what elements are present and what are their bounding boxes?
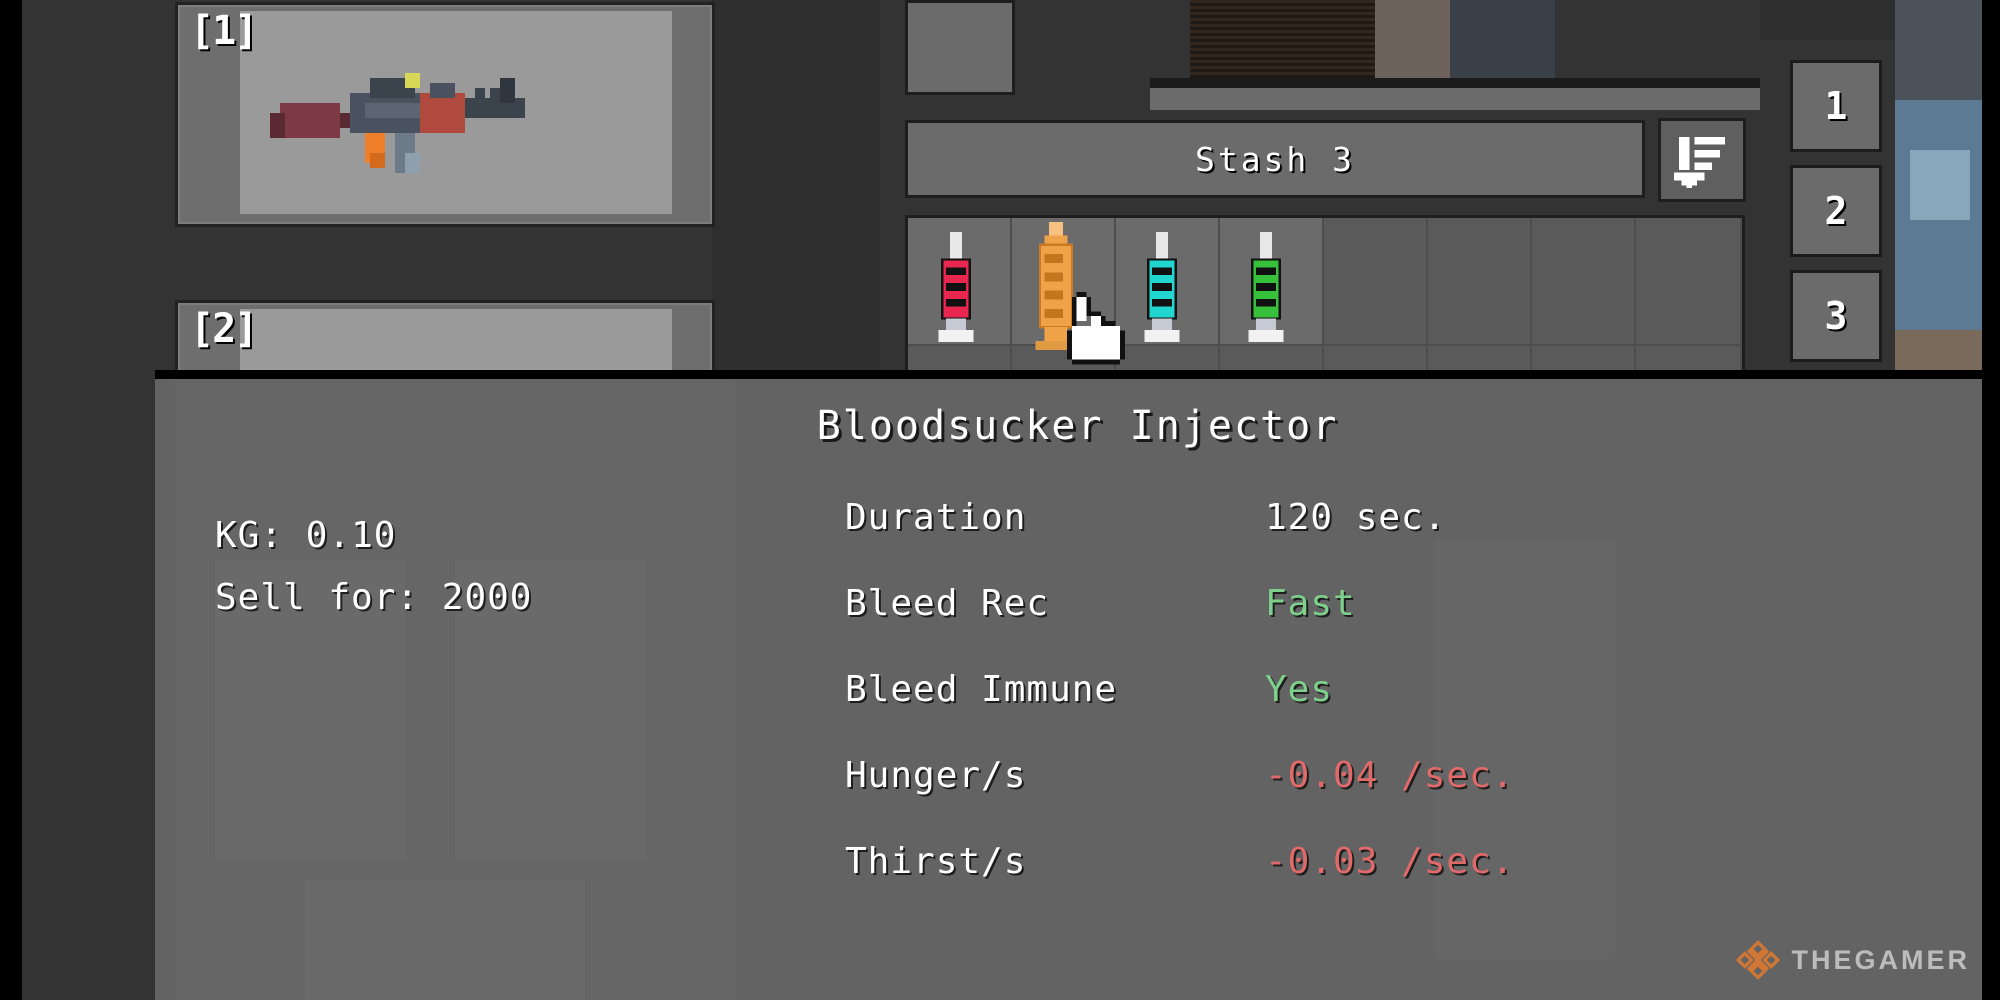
mouse-cursor-icon xyxy=(1067,292,1125,365)
wall-art-dark xyxy=(1450,0,1555,78)
tab-2[interactable]: 2 xyxy=(1790,165,1882,257)
thegamer-logo-icon xyxy=(1735,940,1780,980)
tooltip-ghost-slot-c xyxy=(305,879,585,1000)
stash-cell-5[interactable] xyxy=(1324,218,1428,346)
stash-title: Stash 3 xyxy=(1194,139,1356,179)
stat-value-bleed-rec: Fast xyxy=(1265,583,1356,624)
tooltip-sell-label: Sell for: xyxy=(215,577,420,618)
syringe-red-icon[interactable] xyxy=(930,232,982,342)
thegamer-watermark: THEGAMER xyxy=(1735,938,1971,982)
stat-value-hunger: -0.04 /sec. xyxy=(1265,755,1515,796)
letterbox-left xyxy=(0,0,22,1000)
stat-row-bleed-immune: Bleed Immune Yes xyxy=(845,669,1845,755)
equipment-slot-2-label: [2] xyxy=(190,306,258,352)
tooltip-title: Bloodsucker Injector xyxy=(816,403,1339,449)
assault-rifle-icon xyxy=(270,73,525,173)
scenery-top xyxy=(1895,0,1985,100)
syringe-green-icon[interactable] xyxy=(1240,232,1292,342)
stat-label-duration: Duration xyxy=(845,497,1027,538)
tooltip-weight-label: KG: xyxy=(215,515,284,556)
tooltip-weight-line: KG: 0.10 xyxy=(215,505,532,567)
wall-art-light xyxy=(1375,0,1450,78)
center-small-slot[interactable] xyxy=(905,0,1015,95)
sort-filter-button[interactable] xyxy=(1658,118,1746,202)
stat-label-thirst: Thirst/s xyxy=(845,841,1027,882)
vent-art xyxy=(1190,0,1375,78)
stat-value-thirst: -0.03 /sec. xyxy=(1265,841,1515,882)
tooltip-weight-value: 0.10 xyxy=(305,515,397,556)
scenery-window-glass xyxy=(1910,150,1970,220)
stat-row-thirst: Thirst/s -0.03 /sec. xyxy=(845,841,1845,927)
tooltip-left-info: KG: 0.10 Sell for: 2000 xyxy=(215,505,532,629)
tab-2-label: 2 xyxy=(1824,189,1848,233)
sort-filter-icon xyxy=(1674,137,1725,188)
equipment-slot-1[interactable]: [1] xyxy=(175,2,715,227)
stat-row-bleed-rec: Bleed Rec Fast xyxy=(845,583,1845,669)
wall-divider xyxy=(1150,78,1760,88)
tab-3[interactable]: 3 xyxy=(1790,270,1882,362)
stat-value-bleed-immune: Yes xyxy=(1265,669,1334,710)
stat-row-hunger: Hunger/s -0.04 /sec. xyxy=(845,755,1845,841)
item-tooltip: Bloodsucker Injector KG: 0.10 Sell for: … xyxy=(155,370,2000,1000)
tab-1-label: 1 xyxy=(1824,84,1848,128)
tooltip-stats-table: Duration 120 sec. Bleed Rec Fast Bleed I… xyxy=(845,497,1845,927)
thegamer-watermark-text: THEGAMER xyxy=(1791,944,1970,975)
equipment-slot-1-label: [1] xyxy=(190,8,258,54)
tab-3-label: 3 xyxy=(1824,294,1848,338)
wall-ledge xyxy=(1150,88,1760,110)
tooltip-sell-value: 2000 xyxy=(441,577,533,618)
stash-cell-7[interactable] xyxy=(1532,218,1636,346)
stash-cell-8[interactable] xyxy=(1636,218,1742,346)
stash-cell-6[interactable] xyxy=(1428,218,1532,346)
stat-label-bleed-immune: Bleed Immune xyxy=(845,669,1118,710)
stat-label-hunger: Hunger/s xyxy=(845,755,1027,796)
syringe-cyan-icon[interactable] xyxy=(1136,232,1188,342)
tooltip-sell-line: Sell for: 2000 xyxy=(215,567,532,629)
game-screen: [1] [2] Stash 3 1 2 3 Bloodsucker Inject… xyxy=(0,0,2000,1000)
stat-label-bleed-rec: Bleed Rec xyxy=(845,583,1050,624)
letterbox-right xyxy=(1982,0,2000,1000)
stat-row-duration: Duration 120 sec. xyxy=(845,497,1845,583)
stash-title-bar: Stash 3 xyxy=(905,120,1645,198)
tab-1[interactable]: 1 xyxy=(1790,60,1882,152)
stat-value-duration: 120 sec. xyxy=(1265,497,1447,538)
